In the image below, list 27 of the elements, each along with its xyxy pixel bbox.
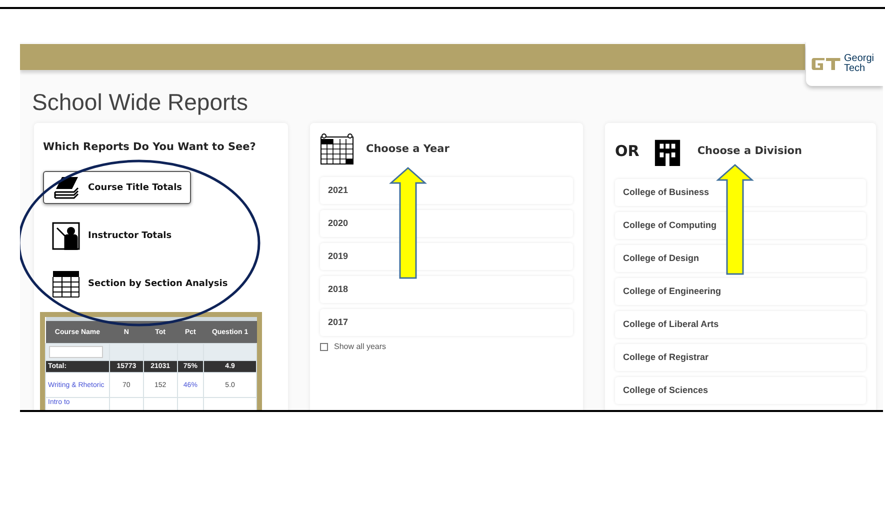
card-heading: Choose a Division [697,145,802,157]
card-heading: Which Reports Do You Want to See? [43,141,257,153]
or-label: OR [615,142,640,160]
division-item[interactable]: College of Sciences [615,377,866,404]
table-icon [52,270,80,298]
division-item[interactable]: College of Engineering [615,278,866,305]
page-title: School Wide Reports [32,88,250,116]
division-item[interactable]: College of Liberal Arts [615,311,866,338]
division-item[interactable]: College of Design [615,245,866,272]
division-item[interactable]: College of Computing [615,212,866,239]
division-item[interactable]: College of Business [615,179,866,206]
logo-text: Georgi [844,54,874,64]
year-item[interactable]: 2021 [320,177,573,204]
year-item[interactable]: 2019 [320,243,573,270]
year-item[interactable]: 2017 [320,309,573,336]
year-item[interactable]: 2018 [320,276,573,303]
checkbox[interactable] [320,342,328,350]
teacher-icon [52,222,80,250]
checkbox-label: Show all years [334,342,386,351]
report-option[interactable]: Course Title Totals [43,171,192,204]
filter-field[interactable] [49,346,103,358]
calendar-icon [320,133,354,165]
year-item[interactable]: 2020 [320,210,573,237]
division-item[interactable]: College of Registrar [615,344,866,371]
card-heading: Choose a Year [366,143,450,155]
logo-icon [811,55,841,73]
logo-text: Tech [844,64,866,74]
